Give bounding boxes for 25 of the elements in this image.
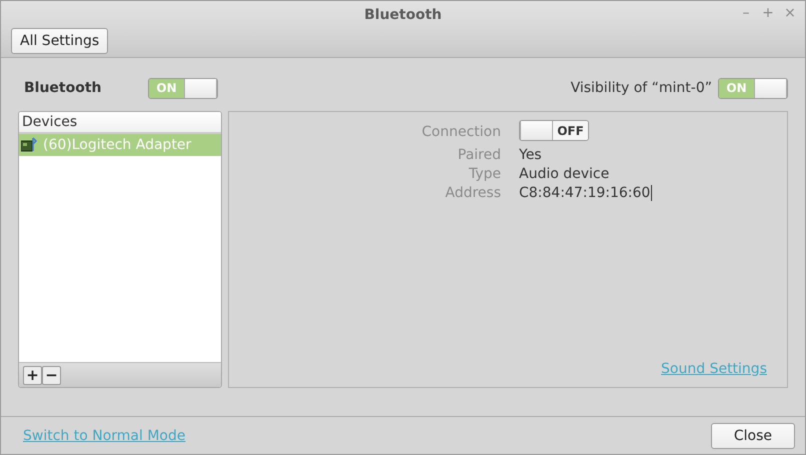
all-settings-button[interactable]: All Settings <box>11 28 108 54</box>
field-value: Audio device <box>519 166 610 182</box>
close-button[interactable]: Close <box>710 422 795 448</box>
column-header: Devices <box>19 112 221 134</box>
field-value: Yes <box>519 147 543 163</box>
toggle-switch[interactable]: ON <box>148 78 218 98</box>
visibility-label: Visibility of “mint-0” <box>570 80 712 96</box>
toggle-switch[interactable]: OFF <box>519 120 589 141</box>
remove-button[interactable]: − <box>42 366 61 384</box>
device-item[interactable]: (60)Logitech Adapter <box>19 134 221 156</box>
toggle-switch[interactable]: ON <box>718 78 788 98</box>
window-title: Bluetooth <box>364 6 442 22</box>
add-button[interactable]: + <box>23 366 42 384</box>
window-control[interactable]: + <box>761 5 775 21</box>
window-control[interactable]: × <box>783 5 797 21</box>
device-icon <box>21 137 37 153</box>
switch-mode-link[interactable]: Switch to Normal Mode <box>23 428 186 444</box>
sound-settings-link[interactable]: Sound Settings <box>661 361 767 377</box>
field-label: Address <box>444 185 501 201</box>
bluetooth-label: Bluetooth <box>24 80 103 96</box>
field-label: Paired <box>456 147 501 163</box>
window-control[interactable]: – <box>739 5 753 21</box>
field-label: Type <box>468 166 501 182</box>
field-value: C8:84:47:19:16:60 <box>519 185 652 201</box>
field-label: Connection <box>420 124 501 140</box>
